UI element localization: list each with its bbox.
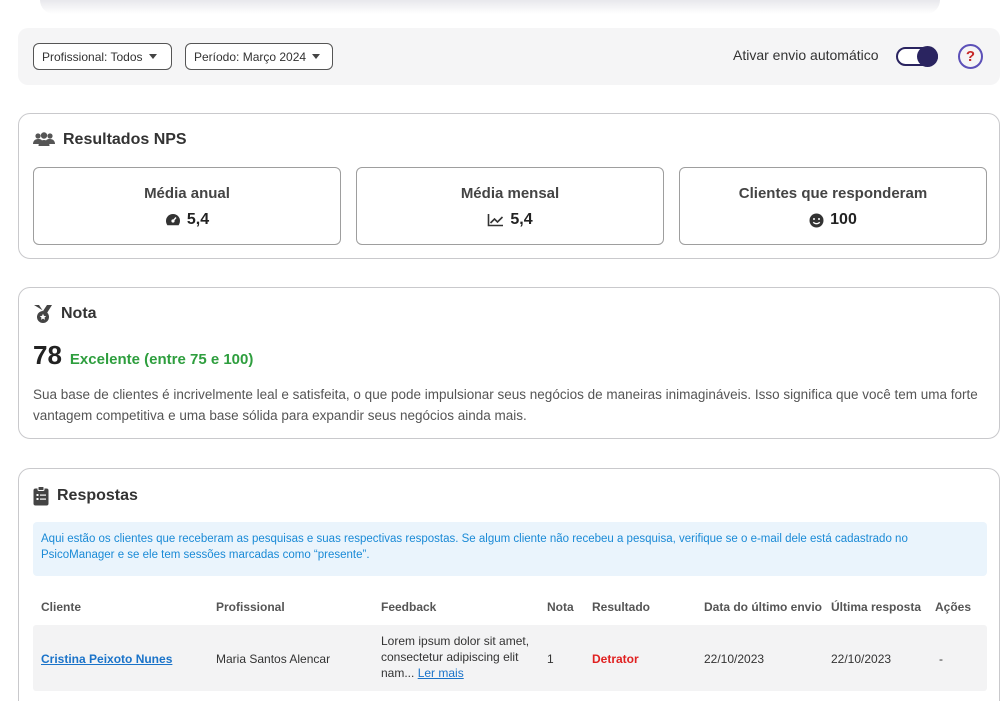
last-response-cell: 22/10/2023 (831, 652, 892, 666)
table-row: Cristina Peixoto Nunes Maria Santos Alen… (33, 625, 987, 691)
info-alert: Aqui estão os clientes que receberam as … (33, 522, 987, 576)
column-header-score[interactable]: Nota (547, 600, 574, 614)
monthly-average-stat: Média mensal 5,4 (356, 167, 664, 245)
smile-icon (809, 213, 824, 228)
score-classification: Excelente (entre 75 e 100) (69, 351, 254, 368)
score-card: Nota 78 Excelente (entre 75 e 100) Sua b… (18, 287, 1000, 439)
column-header-last-response[interactable]: Última resposta (831, 600, 921, 614)
stat-label: Clientes que responderam (738, 185, 928, 202)
clients-responded-stat: Clientes que responderam 100 (679, 167, 987, 245)
clipboard-list-icon (33, 486, 49, 506)
gauge-icon (165, 213, 181, 227)
users-icon (33, 132, 55, 148)
column-header-professional[interactable]: Profissional (216, 600, 285, 614)
period-select[interactable]: Período: Março 2024 (185, 43, 333, 70)
stat-label: Média mensal (460, 185, 560, 202)
stat-value: 100 (830, 211, 857, 228)
nps-title-text: Resultados NPS (63, 131, 187, 148)
stat-value: 5,4 (510, 211, 533, 228)
client-name-link[interactable]: Cristina Peixoto Nunes (41, 652, 172, 666)
column-header-actions: Ações (935, 600, 972, 614)
actions-cell[interactable]: - (939, 652, 943, 666)
result-badge: Detrator (592, 652, 639, 666)
responses-title-text: Respostas (57, 487, 138, 504)
auto-send-label: Ativar envio automático (733, 47, 879, 63)
score-number: 78 (33, 340, 62, 370)
column-header-last-sent[interactable]: Data do último envio (704, 600, 822, 614)
chevron-down-icon (312, 54, 321, 59)
medal-icon (33, 304, 53, 324)
professional-select-value: Profissional: Todos (42, 49, 143, 64)
nps-title: Resultados NPS (33, 131, 187, 149)
column-header-feedback[interactable]: Feedback (381, 600, 436, 614)
score-cell: 1 (547, 652, 554, 666)
toggle-knob (917, 46, 938, 67)
help-icon[interactable]: ? (958, 44, 983, 69)
annual-average-stat: Média anual 5,4 (33, 167, 341, 245)
stat-label: Média anual (144, 185, 230, 202)
last-sent-cell: 22/10/2023 (704, 652, 765, 666)
header-shadow (40, 0, 940, 14)
score-description: Sua base de clientes é incrivelmente lea… (33, 387, 978, 423)
responses-title: Respostas (33, 486, 138, 506)
score-title: Nota (33, 304, 97, 324)
responses-card: Respostas Aqui estão os clientes que rec… (18, 468, 1000, 701)
professional-cell: Maria Santos Alencar (216, 652, 331, 666)
score-title-text: Nota (61, 305, 97, 322)
nps-results-card: Resultados NPS Média anual 5,4 Média men… (18, 113, 1000, 259)
chevron-down-icon (148, 54, 157, 59)
professional-select[interactable]: Profissional: Todos (33, 43, 172, 70)
score-value-row: 78 Excelente (entre 75 e 100) (33, 340, 253, 371)
trend-chart-icon (487, 213, 504, 227)
period-select-value: Período: Março 2024 (194, 49, 307, 64)
filter-bar: Profissional: Todos Período: Março 2024 … (18, 28, 1000, 85)
read-more-link[interactable]: Ler mais (418, 666, 464, 680)
stat-value: 5,4 (186, 211, 210, 228)
column-header-result[interactable]: Resultado (592, 600, 650, 614)
feedback-cell: Lorem ipsum dolor sit amet, consectetur … (381, 633, 541, 681)
auto-send-toggle[interactable] (896, 46, 938, 67)
column-header-client[interactable]: Cliente (41, 600, 81, 614)
